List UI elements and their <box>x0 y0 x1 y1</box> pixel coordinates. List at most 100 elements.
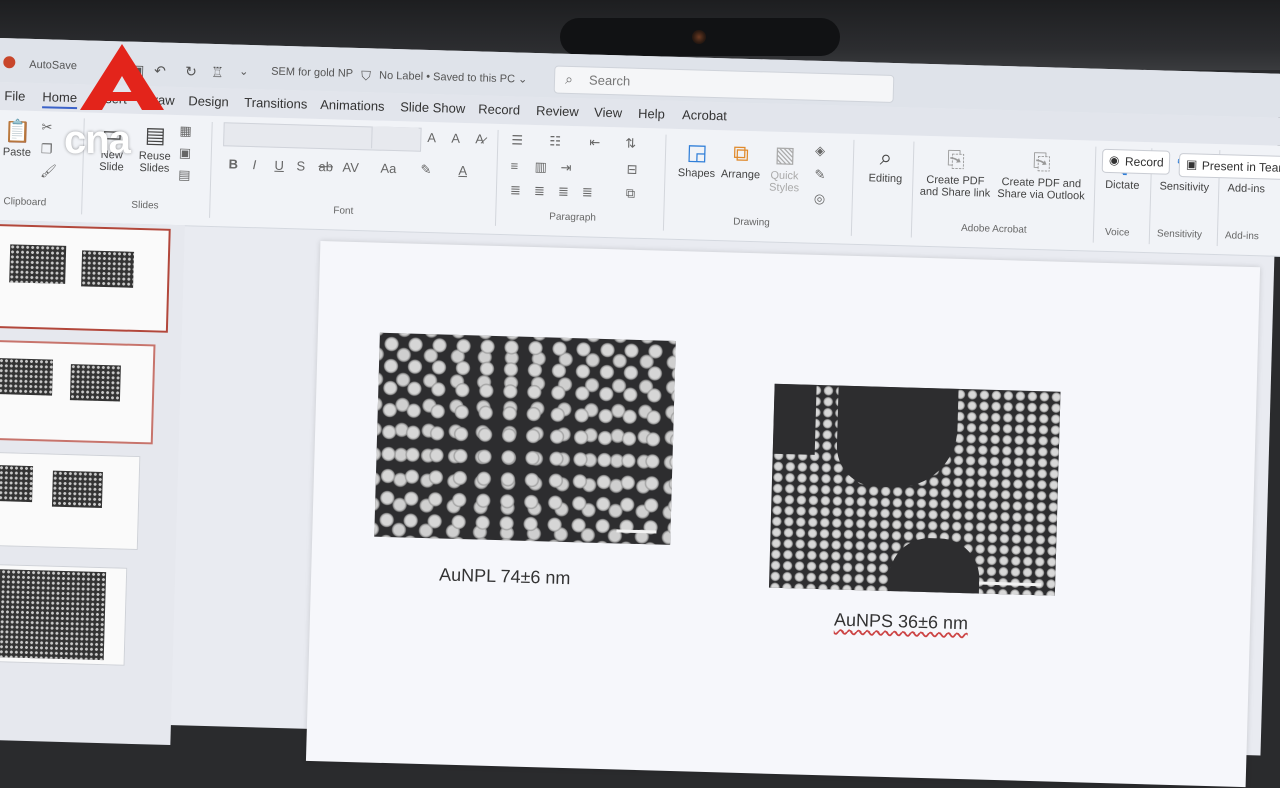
underline-icon[interactable]: U <box>274 158 284 173</box>
redo-icon[interactable]: ↻ <box>185 63 197 80</box>
dictate-label: Dictate <box>1105 178 1140 192</box>
save-status[interactable]: No Label • Saved to this PC ⌄ <box>379 69 528 86</box>
scale-bar <box>616 529 657 534</box>
search-input[interactable]: ⌕ Search <box>553 65 895 103</box>
empty-region <box>888 537 981 596</box>
caption-aunpl[interactable]: AuNPL 74±6 nm <box>439 564 571 589</box>
shape-fill-icon[interactable]: ◈ <box>815 143 825 159</box>
create-pdf-share-link-button[interactable]: ⎘ Create PDF and Share link <box>916 146 995 200</box>
slide-canvas[interactable]: AuNPL 74±6 nm AuNPS 36±6 nm <box>305 241 1261 788</box>
caption-aunps[interactable]: AuNPS 36±6 nm <box>834 610 968 635</box>
tab-animations[interactable]: Animations <box>320 97 385 114</box>
align-right-icon[interactable]: ≣ <box>558 184 569 200</box>
sem-image-aunpl[interactable] <box>374 332 676 545</box>
shapes-button[interactable]: ◲ Shapes <box>674 139 719 180</box>
divider <box>910 141 915 238</box>
bullets-icon[interactable]: ☰ <box>511 132 523 148</box>
search-icon: ⌕ <box>564 70 574 88</box>
record-dot-icon: ◉ <box>1108 153 1120 168</box>
tab-file[interactable]: File <box>4 88 25 104</box>
slide-thumbnail[interactable] <box>0 563 128 666</box>
quick-styles-button[interactable]: ▧ Quick Styles <box>764 141 805 195</box>
paste-button[interactable]: 📋 Paste <box>3 118 32 159</box>
create-pdf-outlook-button[interactable]: ⎘ Create PDF and Share via Outlook <box>994 148 1089 203</box>
slide-thumbnail[interactable] <box>0 451 141 551</box>
cna-wordmark: cna <box>64 118 131 162</box>
arrange-label: Arrange <box>720 168 761 182</box>
arrange-button[interactable]: ⧉ Arrange <box>718 140 763 182</box>
decrease-indent-icon[interactable]: ⇤ <box>589 134 600 150</box>
search-placeholder: Search <box>588 72 631 89</box>
divider <box>1092 146 1097 243</box>
shapes-icon: ◲ <box>686 139 708 165</box>
record-button[interactable]: ◉ Record <box>1101 148 1171 175</box>
sem-image-aunps[interactable] <box>768 383 1061 596</box>
tab-transitions[interactable]: Transitions <box>244 95 308 112</box>
align-text-icon[interactable]: ⊟ <box>626 162 637 178</box>
empty-region <box>772 383 817 455</box>
smartart-icon[interactable]: ⧉ <box>626 186 636 202</box>
quick-styles-label: Quick Styles <box>768 169 800 195</box>
layout-icon[interactable]: ▦ <box>179 123 192 139</box>
slide-thumbnail[interactable] <box>0 223 171 333</box>
align-left-icon[interactable]: ≣ <box>510 182 521 198</box>
arrange-icon: ⧉ <box>732 140 750 166</box>
presenter-icon[interactable]: ♖ <box>211 64 224 81</box>
line-spacing-icon[interactable]: ≡ <box>510 158 518 173</box>
shadow-icon[interactable]: S <box>296 158 305 173</box>
editing-label: Editing <box>868 172 903 186</box>
italic-icon[interactable]: I <box>252 157 256 172</box>
reset-icon[interactable]: ▣ <box>179 145 192 161</box>
increase-indent-icon[interactable]: ⇥ <box>560 160 571 176</box>
tab-record[interactable]: Record <box>478 101 520 117</box>
character-spacing-icon[interactable]: AV <box>342 160 359 175</box>
text-direction-icon[interactable]: ⇅ <box>625 136 636 152</box>
adobe-group-label: Adobe Acrobat <box>960 222 1027 236</box>
shape-effects-icon[interactable]: ◎ <box>814 191 826 207</box>
change-case-icon[interactable]: Aa <box>380 161 396 176</box>
slide-thumbnail[interactable] <box>0 339 156 445</box>
justify-icon[interactable]: ≣ <box>582 184 593 200</box>
powerpoint-logo-icon <box>3 56 16 69</box>
align-center-icon[interactable]: ≣ <box>534 183 545 199</box>
clear-formatting-icon[interactable]: A̷ <box>475 131 484 146</box>
font-size-dropdown[interactable] <box>371 126 419 150</box>
powerpoint-window: AutoSave ▣ ↶ ↻ ♖ ⌄ SEM for gold NP ⛉ No … <box>0 38 1280 788</box>
bold-icon[interactable]: B <box>228 156 238 171</box>
divider <box>494 129 499 226</box>
sensitivity-shield-icon: ⛉ <box>360 68 372 84</box>
decrease-font-icon[interactable]: A <box>451 131 460 146</box>
tab-design[interactable]: Design <box>188 93 229 109</box>
strikethrough-icon[interactable]: ab <box>318 159 333 174</box>
tab-slide-show[interactable]: Slide Show <box>400 99 465 116</box>
thumbnail-image <box>0 358 54 396</box>
tab-acrobat[interactable]: Acrobat <box>682 107 727 123</box>
tab-view[interactable]: View <box>594 105 622 121</box>
copy-icon[interactable]: ❐ <box>41 141 53 157</box>
format-painter-icon[interactable]: 🖌 <box>40 163 57 179</box>
slide-thumbnails-pane <box>0 219 185 746</box>
tab-review[interactable]: Review <box>536 103 579 119</box>
cut-icon[interactable]: ✂ <box>41 119 52 135</box>
present-in-teams-button[interactable]: ▣ Present in Teams <box>1178 152 1280 181</box>
increase-font-icon[interactable]: A <box>427 130 436 145</box>
thumbnail-image <box>81 250 135 288</box>
columns-icon[interactable]: ▥ <box>534 159 547 175</box>
numbering-icon[interactable]: ☷ <box>549 133 561 149</box>
shape-outline-icon[interactable]: ✎ <box>814 167 825 183</box>
sensitivity-label: Sensitivity <box>1159 180 1210 194</box>
record-label: Record <box>1124 154 1164 170</box>
present-label: Present in Teams <box>1201 158 1280 176</box>
quick-access-more-icon[interactable]: ⌄ <box>239 65 249 78</box>
sensitivity-group-label: Sensitivity <box>1156 228 1203 241</box>
quick-styles-icon: ▧ <box>774 141 796 168</box>
section-icon[interactable]: ▤ <box>178 167 191 183</box>
paste-label: Paste <box>2 146 32 159</box>
font-color-icon[interactable]: A <box>458 163 467 178</box>
thumbnail-image <box>69 364 121 402</box>
highlight-icon[interactable]: ✎ <box>420 162 431 178</box>
webcam-lens <box>692 30 706 44</box>
clipboard-icon: 📋 <box>3 118 32 144</box>
tab-help[interactable]: Help <box>638 106 665 122</box>
editing-button[interactable]: ⌕ Editing <box>862 144 909 186</box>
